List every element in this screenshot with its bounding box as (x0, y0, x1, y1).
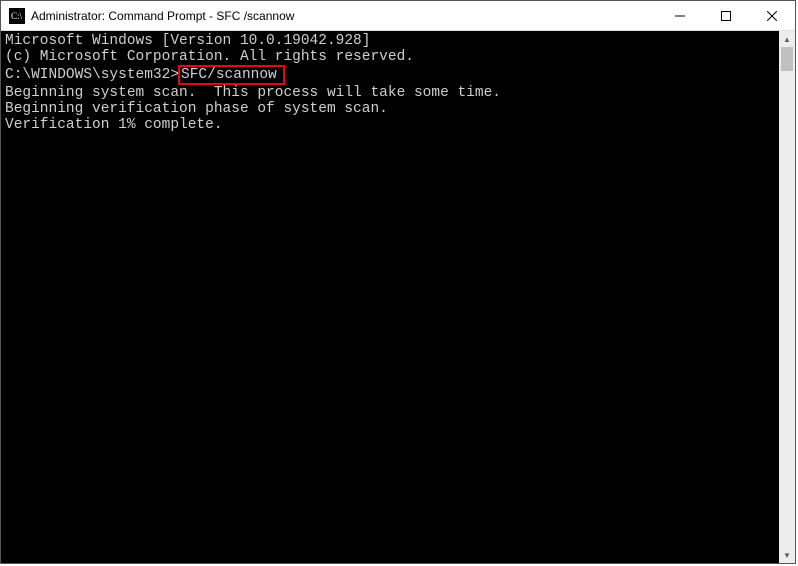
output-line: (c) Microsoft Corporation. All rights re… (5, 49, 775, 65)
prompt-line: C:\WINDOWS\system32>SFC/scannow (5, 65, 775, 85)
output-line: Beginning verification phase of system s… (5, 101, 775, 117)
close-button[interactable] (749, 1, 795, 30)
prompt-path: C:\WINDOWS\system32> (5, 67, 179, 83)
output-line: Verification 1% complete. (5, 117, 775, 133)
scroll-down-icon[interactable]: ▼ (779, 547, 795, 563)
svg-text:C:\: C:\ (11, 11, 23, 21)
maximize-button[interactable] (703, 1, 749, 30)
scroll-up-icon[interactable]: ▲ (779, 31, 795, 47)
minimize-button[interactable] (657, 1, 703, 30)
output-line: Beginning system scan. This process will… (5, 85, 775, 101)
scroll-thumb[interactable] (781, 47, 793, 71)
titlebar[interactable]: C:\ Administrator: Command Prompt - SFC … (1, 1, 795, 31)
command-text: SFC/scannow (181, 67, 277, 83)
terminal-area: Microsoft Windows [Version 10.0.19042.92… (1, 31, 795, 563)
output-line: Microsoft Windows [Version 10.0.19042.92… (5, 33, 775, 49)
command-highlight: SFC/scannow (178, 65, 285, 85)
terminal-output[interactable]: Microsoft Windows [Version 10.0.19042.92… (1, 31, 779, 563)
command-prompt-window: C:\ Administrator: Command Prompt - SFC … (0, 0, 796, 564)
window-title: Administrator: Command Prompt - SFC /sca… (31, 9, 657, 23)
window-controls (657, 1, 795, 30)
cmd-icon: C:\ (9, 8, 25, 24)
vertical-scrollbar[interactable]: ▲ ▼ (779, 31, 795, 563)
